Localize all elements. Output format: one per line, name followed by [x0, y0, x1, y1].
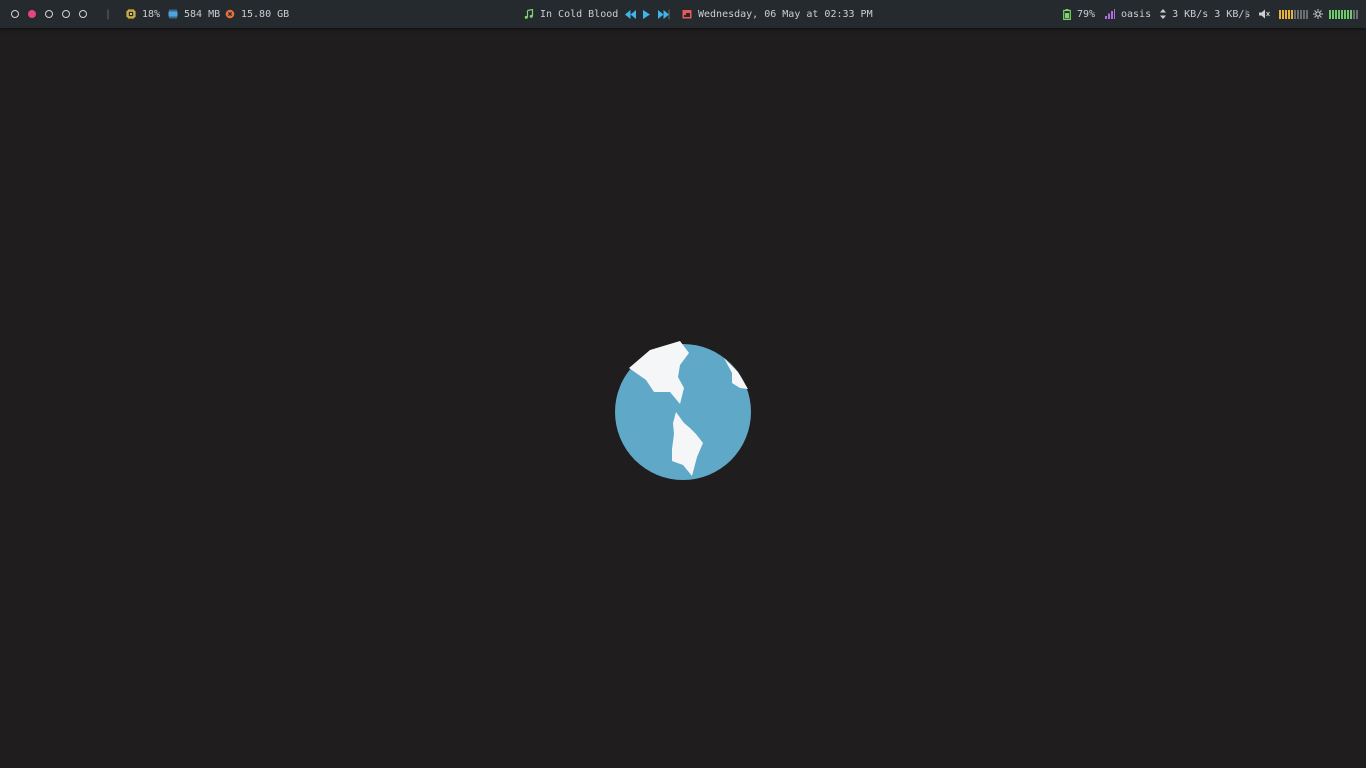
- memory-icon: [168, 9, 178, 19]
- disk-widget[interactable]: 15.80 GB: [225, 0, 289, 28]
- meter-segment: [1329, 9, 1331, 19]
- globe-icon: [615, 341, 751, 480]
- meter-segment: [1285, 9, 1287, 19]
- meter-segment: [1291, 9, 1293, 19]
- track-title[interactable]: In Cold Blood: [540, 9, 618, 20]
- speaker-muted-icon: [1259, 9, 1270, 19]
- workspace-indicator-3[interactable]: [45, 10, 53, 18]
- workspace-indicator-4[interactable]: [62, 10, 70, 18]
- meter-segment: [1338, 9, 1340, 19]
- meter-segment: [1353, 9, 1355, 19]
- cpu-icon: [126, 9, 136, 19]
- music-note-icon: [524, 9, 534, 19]
- meter-segment: [1344, 9, 1346, 19]
- meter-segment: [1294, 9, 1296, 19]
- meter-segment: [1332, 9, 1334, 19]
- calendar-icon: [682, 10, 692, 19]
- music-widget: In Cold Blood: [524, 0, 670, 28]
- brightness-widget[interactable]: [1313, 0, 1358, 28]
- meter-segment: [1356, 9, 1358, 19]
- meter-segment: [1297, 9, 1299, 19]
- meter-segment: [1347, 9, 1349, 19]
- volume-widget[interactable]: [1259, 0, 1308, 28]
- signal-strength-icon: [1105, 9, 1115, 19]
- meter-segment: [1282, 9, 1284, 19]
- meter-segment: [1288, 9, 1290, 19]
- separator: |: [666, 8, 673, 20]
- meter-segment: [1335, 9, 1337, 19]
- volume-meter[interactable]: [1279, 9, 1308, 19]
- network-speed: 3 KB/s 3 KB/s: [1172, 8, 1251, 20]
- disk-usage: 15.80 GB: [241, 8, 290, 20]
- workspace-indicator-5[interactable]: [79, 10, 87, 18]
- cpu-usage: 18%: [142, 8, 161, 20]
- top-bar: | 18% 584 MB 15.80 GB In Cold Blood | We…: [0, 0, 1366, 28]
- clock-widget[interactable]: Wednesday, 06 May at 02:33 PM: [682, 0, 873, 28]
- meter-segment: [1300, 9, 1302, 19]
- battery-widget[interactable]: 79%: [1063, 0, 1095, 28]
- separator: |: [105, 8, 112, 20]
- brightness-icon: [1313, 9, 1323, 19]
- workspace-indicator-2[interactable]: [28, 10, 36, 18]
- brightness-meter[interactable]: [1329, 9, 1358, 19]
- memory-widget[interactable]: 584 MB: [168, 0, 220, 28]
- date-time: Wednesday, 06 May at 02:33 PM: [698, 8, 873, 20]
- previous-track-icon[interactable]: [625, 9, 637, 19]
- meter-segment: [1350, 9, 1352, 19]
- battery-icon: [1063, 8, 1071, 20]
- battery-level: 79%: [1077, 8, 1096, 20]
- workspace-indicator-1[interactable]: [11, 10, 19, 18]
- play-icon[interactable]: [643, 9, 651, 19]
- network-name: oasis: [1121, 8, 1152, 20]
- up-down-arrows-icon: [1160, 9, 1167, 19]
- desktop-background: [0, 28, 1366, 768]
- disk-icon: [225, 9, 235, 19]
- cpu-widget[interactable]: 18%: [126, 0, 160, 28]
- memory-usage: 584 MB: [184, 8, 221, 20]
- meter-segment: [1303, 9, 1305, 19]
- separator: |: [1243, 8, 1250, 20]
- meter-segment: [1341, 9, 1343, 19]
- workspace-switcher: [11, 0, 96, 28]
- network-widget[interactable]: oasis 3 KB/s 3 KB/s: [1105, 0, 1250, 28]
- meter-segment: [1306, 9, 1308, 19]
- meter-segment: [1279, 9, 1281, 19]
